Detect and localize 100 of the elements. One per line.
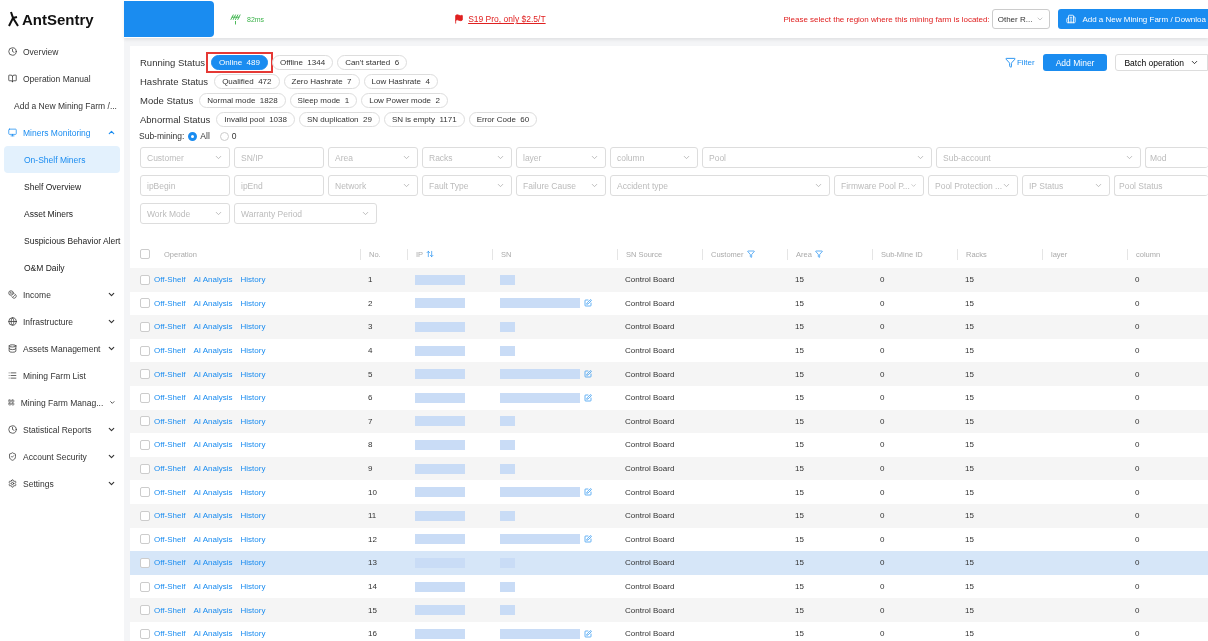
edit-icon[interactable] [584,629,592,638]
input-field[interactable]: SN/IP [234,147,324,168]
checkbox[interactable] [140,628,150,639]
select-field[interactable]: Pool Protection ... [928,175,1018,196]
radio-button[interactable] [188,131,198,141]
row-action-link[interactable]: Off-Shelf [154,322,186,332]
input-field[interactable]: ipBegin [140,175,230,196]
status-tag[interactable]: Qualified 472 [214,74,280,89]
status-tag[interactable]: Can't started 6 [337,55,408,70]
sidebar-item[interactable]: Infrastructure [0,308,124,335]
select-field[interactable]: Mod [1145,147,1208,168]
row-action-link[interactable]: AI Analysis [193,416,233,426]
row-action-link[interactable]: History [240,393,266,403]
farm-name-redacted[interactable] [124,1,214,37]
row-action-link[interactable]: History [240,582,266,591]
select-field[interactable]: Warranty Period [234,203,377,224]
row-action-link[interactable]: Off-Shelf [154,346,186,356]
row-action-link[interactable]: AI Analysis [193,298,233,308]
filter-button[interactable]: Filter [1004,54,1035,71]
checkbox[interactable] [140,298,150,309]
sidebar-item[interactable]: Assets Management [0,335,124,362]
row-action-link[interactable]: History [240,605,266,615]
sidebar-item[interactable]: Income [0,281,124,308]
select-field[interactable]: Pool Status [1114,175,1208,196]
row-action-link[interactable]: History [240,511,266,521]
checkbox[interactable] [140,439,150,450]
row-action-link[interactable]: Off-Shelf [154,369,186,379]
sidebar-item[interactable]: Operation Manual [0,65,124,92]
row-action-link[interactable]: AI Analysis [193,393,233,403]
select-field[interactable]: Area [328,147,418,168]
edit-icon[interactable] [584,535,592,544]
add-miner-button[interactable]: Add Miner [1042,54,1108,71]
status-tag[interactable]: Offline 1344 [271,55,334,70]
checkbox[interactable] [140,581,150,592]
table-row[interactable]: Off-Shelf AI Analysis History 13 Control Board 15 0 15 0 [130,551,1208,575]
checkbox[interactable] [140,534,150,545]
row-action-link[interactable]: Off-Shelf [154,440,186,450]
row-action-link[interactable]: AI Analysis [193,369,233,379]
select-field[interactable]: Work Mode [140,203,230,224]
row-action-link[interactable]: History [240,322,266,332]
row-action-link[interactable]: Off-Shelf [154,298,186,308]
row-action-link[interactable]: Off-Shelf [154,511,186,521]
checkbox[interactable] [140,392,150,403]
row-action-link[interactable]: History [240,369,266,379]
table-row[interactable]: Off-Shelf AI Analysis History 5 Control Board 15 0 15 0 [130,362,1208,386]
row-action-link[interactable]: History [240,464,266,474]
table-row[interactable]: Off-Shelf AI Analysis History 3 Control Board 15 0 15 0 [130,315,1208,339]
select-field[interactable]: IP Status [1022,175,1110,196]
filter-icon[interactable] [814,250,823,258]
select-field[interactable]: Fault Type [422,175,512,196]
sidebar-subitem[interactable]: On-Shelf Miners [4,146,120,173]
checkbox[interactable] [140,416,150,427]
row-action-link[interactable]: AI Analysis [193,582,233,591]
select-field[interactable]: column [610,147,698,168]
sidebar-item[interactable]: Account Security [0,443,124,470]
region-select[interactable]: Other R... [991,9,1051,29]
row-action-link[interactable]: History [240,629,266,639]
sidebar-item[interactable]: Add a New Mining Farm /... [0,92,124,119]
radio-option[interactable]: 0 [219,131,237,141]
edit-icon[interactable] [584,299,592,308]
row-action-link[interactable]: History [240,416,266,426]
sidebar-item[interactable]: Overview [0,38,124,65]
status-tag[interactable]: SN is empty 1171 [383,112,465,127]
select-field[interactable]: Sub-account [936,147,1141,168]
status-tag[interactable]: Error Code 60 [468,112,538,127]
select-field[interactable]: Accident type [610,175,830,196]
sidebar-item[interactable]: Mining Farm List [0,362,124,389]
sidebar-subitem[interactable]: Shelf Overview [4,173,120,200]
checkbox[interactable] [140,510,150,521]
row-action-link[interactable]: History [240,440,266,450]
select-field[interactable]: Firmware Pool P... [834,175,924,196]
select-field[interactable]: Network [328,175,418,196]
status-tag[interactable]: Sleep mode 1 [289,93,358,108]
radio-option[interactable]: All [188,131,210,141]
select-field[interactable]: layer [516,147,606,168]
row-action-link[interactable]: History [240,534,266,544]
row-action-link[interactable]: History [240,298,266,308]
row-action-link[interactable]: AI Analysis [193,534,233,544]
sidebar-item[interactable]: Mining Farm Manag... [0,389,124,416]
row-action-link[interactable]: History [240,275,266,285]
table-row[interactable]: Off-Shelf AI Analysis History 15 Control Board 15 0 15 0 [130,598,1208,622]
batch-operation-button[interactable]: Batch operation [1115,54,1208,71]
table-row[interactable]: Off-Shelf AI Analysis History 11 Control Board 15 0 15 0 [130,503,1208,528]
table-row[interactable]: Off-Shelf AI Analysis History 1 Control Board 15 0 15 0 [130,268,1208,292]
checkbox[interactable] [140,249,150,259]
row-action-link[interactable]: Off-Shelf [154,534,186,544]
sidebar-item[interactable]: Miners Monitoring [0,119,124,146]
row-action-link[interactable]: AI Analysis [193,605,233,615]
edit-icon[interactable] [584,393,592,402]
row-action-link[interactable]: Off-Shelf [154,605,186,615]
checkbox[interactable] [140,463,150,474]
edit-icon[interactable] [584,370,592,379]
checkbox[interactable] [140,605,150,616]
table-row[interactable]: Off-Shelf AI Analysis History 7 Control Board 15 0 15 0 [130,409,1208,434]
sidebar-item[interactable]: Settings [0,470,124,497]
edit-icon[interactable] [584,488,592,497]
status-tag[interactable]: Invalid pool 1038 [216,112,295,127]
select-field[interactable]: Racks [422,147,512,168]
row-action-link[interactable]: AI Analysis [193,558,233,568]
checkbox[interactable] [140,345,150,356]
